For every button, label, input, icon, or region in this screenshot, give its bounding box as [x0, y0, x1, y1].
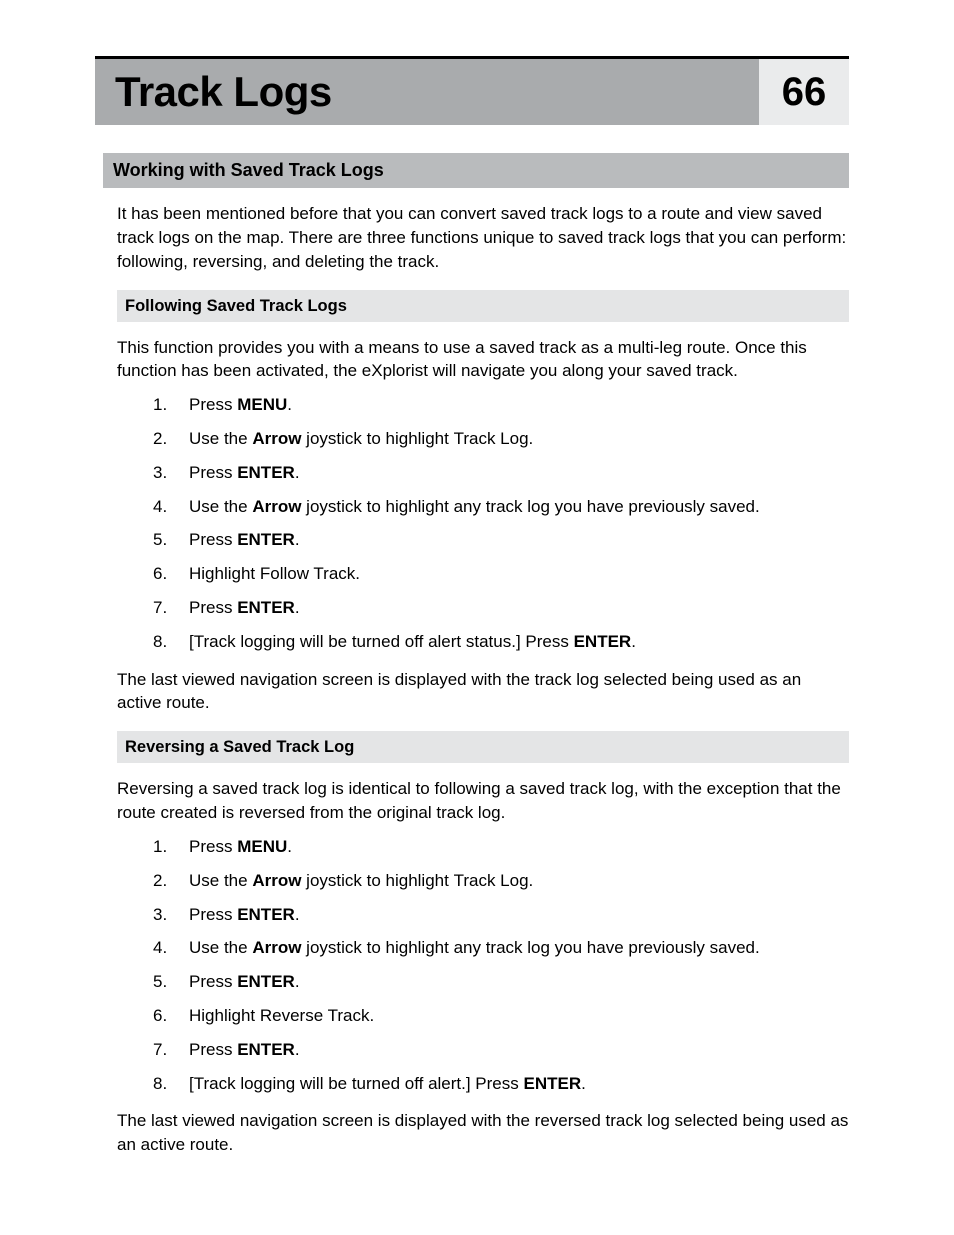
subsection-intro: This function provides you with a means … [117, 336, 849, 384]
step-text: Press ENTER. [189, 596, 849, 620]
list-item: 1. Press MENU. [153, 835, 849, 859]
step-text: Use the Arrow joystick to highlight any … [189, 495, 849, 519]
subsection-heading-text: Following Saved Track Logs [125, 297, 347, 315]
step-number: 4. [153, 936, 189, 960]
step-text: [Track logging will be turned off alert.… [189, 1072, 849, 1096]
step-number: 3. [153, 903, 189, 927]
step-text: Press MENU. [189, 835, 849, 859]
subsection-heading-text: Reversing a Saved Track Log [125, 738, 354, 756]
step-text: Press ENTER. [189, 1038, 849, 1062]
list-item: 8. [Track logging will be turned off ale… [153, 1072, 849, 1096]
list-item: 7. Press ENTER. [153, 596, 849, 620]
page-number: 66 [782, 64, 827, 120]
step-number: 4. [153, 495, 189, 519]
step-number: 2. [153, 427, 189, 451]
step-text: Use the Arrow joystick to highlight Trac… [189, 869, 849, 893]
list-item: 7. Press ENTER. [153, 1038, 849, 1062]
page-number-box: 66 [759, 59, 849, 125]
step-text: Use the Arrow joystick to highlight Trac… [189, 427, 849, 451]
subsection-outro: The last viewed navigation screen is dis… [117, 668, 849, 716]
step-text: Press ENTER. [189, 528, 849, 552]
list-item: 1. Press MENU. [153, 393, 849, 417]
step-number: 8. [153, 630, 189, 654]
page: Track Logs 66 Working with Saved Track L… [0, 0, 954, 1217]
list-item: 5. Press ENTER. [153, 970, 849, 994]
section-heading-text: Working with Saved Track Logs [113, 160, 384, 180]
list-item: 2. Use the Arrow joystick to highlight T… [153, 869, 849, 893]
step-text: Press ENTER. [189, 903, 849, 927]
section-intro: It has been mentioned before that you ca… [117, 202, 849, 273]
step-number: 2. [153, 869, 189, 893]
step-text: Highlight Reverse Track. [189, 1004, 849, 1028]
subsection-heading: Reversing a Saved Track Log [117, 731, 849, 763]
step-text: Use the Arrow joystick to highlight any … [189, 936, 849, 960]
list-item: 3. Press ENTER. [153, 903, 849, 927]
list-item: 8. [Track logging will be turned off ale… [153, 630, 849, 654]
step-number: 6. [153, 562, 189, 586]
step-text: Highlight Follow Track. [189, 562, 849, 586]
step-number: 7. [153, 596, 189, 620]
subsection-heading: Following Saved Track Logs [117, 290, 849, 322]
list-item: 6. Highlight Reverse Track. [153, 1004, 849, 1028]
step-text: [Track logging will be turned off alert … [189, 630, 849, 654]
subsection-outro: The last viewed navigation screen is dis… [117, 1109, 849, 1157]
subsection-intro: Reversing a saved track log is identical… [117, 777, 849, 825]
list-item: 5. Press ENTER. [153, 528, 849, 552]
step-text: Press ENTER. [189, 970, 849, 994]
header-title: Track Logs [95, 59, 759, 125]
step-number: 1. [153, 835, 189, 859]
header-bar: Track Logs 66 [95, 59, 849, 125]
step-number: 6. [153, 1004, 189, 1028]
step-number: 5. [153, 970, 189, 994]
list-item: 2. Use the Arrow joystick to highlight T… [153, 427, 849, 451]
step-number: 7. [153, 1038, 189, 1062]
list-item: 6. Highlight Follow Track. [153, 562, 849, 586]
list-item: 4. Use the Arrow joystick to highlight a… [153, 936, 849, 960]
step-number: 5. [153, 528, 189, 552]
page-title: Track Logs [115, 63, 332, 122]
step-text: Press MENU. [189, 393, 849, 417]
step-text: Press ENTER. [189, 461, 849, 485]
step-number: 8. [153, 1072, 189, 1096]
section-heading: Working with Saved Track Logs [103, 153, 849, 188]
step-number: 1. [153, 393, 189, 417]
list-item: 4. Use the Arrow joystick to highlight a… [153, 495, 849, 519]
steps-list: 1. Press MENU. 2. Use the Arrow joystick… [117, 393, 849, 653]
steps-list: 1. Press MENU. 2. Use the Arrow joystick… [117, 835, 849, 1095]
list-item: 3. Press ENTER. [153, 461, 849, 485]
step-number: 3. [153, 461, 189, 485]
